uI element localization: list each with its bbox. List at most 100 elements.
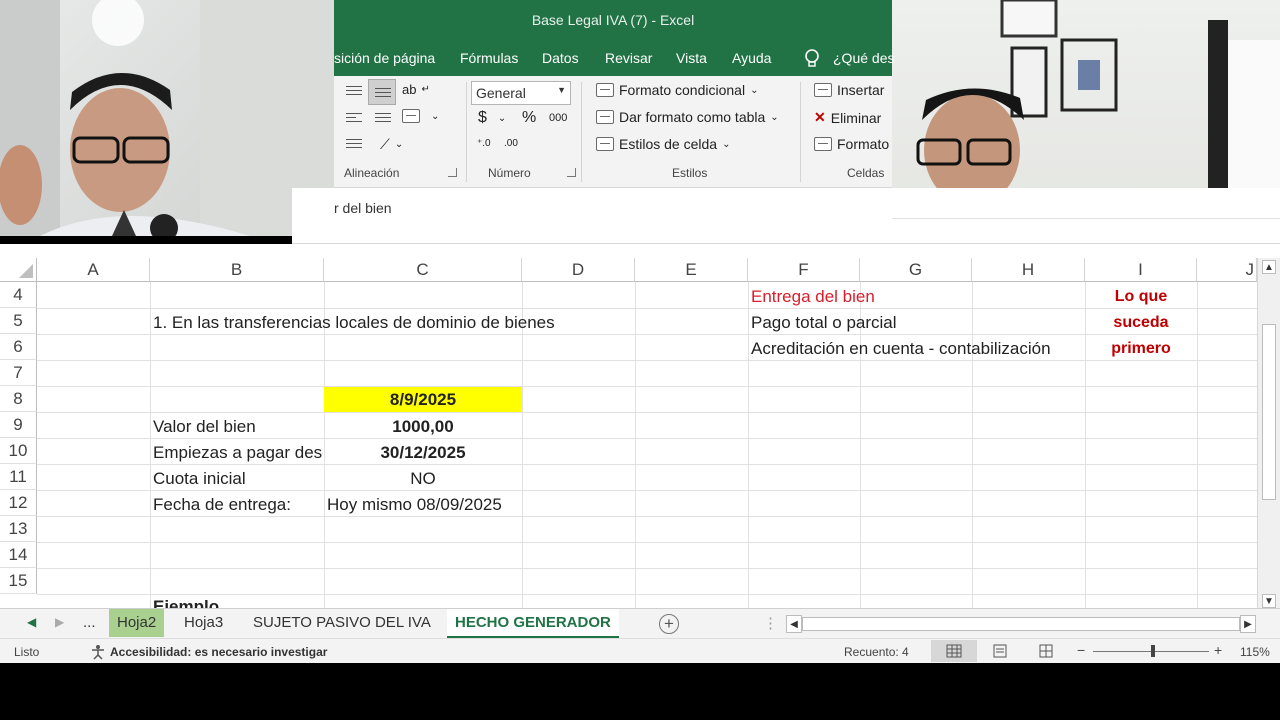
tab-formulas[interactable]: Fórmulas bbox=[460, 50, 518, 66]
column-header-g[interactable]: G bbox=[860, 258, 972, 282]
cell-f6[interactable]: Acreditación en cuenta - contabilización bbox=[751, 336, 1081, 362]
row-header-4[interactable]: 4 bbox=[0, 282, 37, 308]
conditional-format-label: Formato condicional bbox=[619, 82, 746, 98]
prev-sheet-icon[interactable]: ◀ bbox=[27, 615, 36, 629]
wrap-text-icon[interactable]: ab ↵ bbox=[402, 82, 430, 97]
cell-c12[interactable]: Hoy mismo 08/09/2025 bbox=[327, 492, 627, 518]
format-button[interactable]: Formato bbox=[814, 136, 889, 152]
row-header-12[interactable]: 12 bbox=[0, 490, 37, 516]
cell-b11[interactable]: Cuota inicial bbox=[153, 466, 323, 492]
row-header-8[interactable]: 8 bbox=[0, 386, 37, 412]
scroll-right-icon[interactable]: ▶ bbox=[1240, 615, 1256, 633]
add-sheet-icon[interactable]: + bbox=[659, 614, 679, 634]
sheet-tab-sujeto-pasivo[interactable]: SUJETO PASIVO DEL IVA bbox=[245, 609, 439, 637]
next-sheet-icon[interactable]: ▶ bbox=[55, 615, 64, 629]
column-header-i[interactable]: I bbox=[1085, 258, 1197, 282]
indent-icon[interactable] bbox=[346, 139, 362, 151]
cell-i4[interactable]: Lo que bbox=[1085, 284, 1197, 310]
cell-f4[interactable]: Entrega del bien bbox=[751, 284, 1081, 310]
horizontal-scrollbar[interactable]: ◀ ▶ bbox=[786, 615, 1256, 633]
vertical-scrollbar[interactable]: ▲ ▼ bbox=[1257, 258, 1280, 608]
page-layout-view-button[interactable] bbox=[977, 640, 1023, 662]
sheet-tab-hoja3[interactable]: Hoja3 bbox=[176, 609, 231, 637]
number-launcher-icon[interactable] bbox=[567, 168, 576, 177]
column-header-d[interactable]: D bbox=[522, 258, 635, 282]
scroll-up-icon[interactable]: ▲ bbox=[1262, 260, 1276, 274]
formula-bar-strip bbox=[892, 218, 1280, 243]
row-header-6[interactable]: 6 bbox=[0, 334, 37, 360]
cell-c9[interactable]: 1000,00 bbox=[324, 414, 522, 440]
cell-c10[interactable]: 30/12/2025 bbox=[324, 440, 522, 466]
table-icon bbox=[596, 110, 614, 124]
sheet-tab-hoja2[interactable]: Hoja2 bbox=[109, 609, 165, 637]
sheet-tab-more[interactable]: ... bbox=[75, 609, 104, 637]
cell-b5[interactable]: 1. En las transferencias locales de domi… bbox=[153, 310, 633, 336]
percent-button[interactable]: % bbox=[522, 109, 536, 127]
tab-help[interactable]: Ayuda bbox=[732, 50, 771, 66]
align-center-icon[interactable] bbox=[375, 113, 391, 125]
tab-page-layout[interactable]: sición de página bbox=[334, 50, 435, 66]
orientation-icon[interactable]: ⟋ ⌄ bbox=[380, 136, 403, 153]
merge-center-icon[interactable]: ⌄ bbox=[402, 109, 439, 123]
increase-decimal-icon[interactable]: ⁺.0 bbox=[477, 138, 491, 149]
row-header-11[interactable]: 11 bbox=[0, 464, 37, 490]
webcam-left bbox=[0, 0, 334, 236]
row-header-14[interactable]: 14 bbox=[0, 542, 37, 568]
cell-i6[interactable]: primero bbox=[1085, 336, 1197, 362]
accessibility-status[interactable]: Accesibilidad: es necesario investigar bbox=[110, 645, 327, 659]
decrease-decimal-icon[interactable]: .00 bbox=[504, 138, 518, 149]
align-top-icon[interactable] bbox=[346, 86, 362, 98]
row-header-5[interactable]: 5 bbox=[0, 308, 37, 334]
scroll-left-icon[interactable]: ◀ bbox=[786, 615, 802, 633]
cell-b12[interactable]: Fecha de entrega: bbox=[153, 492, 323, 518]
zoom-level[interactable]: 115% bbox=[1240, 645, 1270, 659]
zoom-slider-thumb[interactable] bbox=[1151, 645, 1155, 657]
currency-button[interactable]: $ ⌄ bbox=[478, 109, 506, 127]
cell-b9[interactable]: Valor del bien bbox=[153, 414, 323, 440]
select-all-button[interactable] bbox=[0, 258, 37, 282]
chevron-down-icon: ⌄ bbox=[497, 112, 507, 124]
column-header-c[interactable]: C bbox=[324, 258, 522, 282]
zoom-in-icon[interactable]: + bbox=[1214, 642, 1222, 658]
tab-data[interactable]: Datos bbox=[542, 50, 579, 66]
tab-splitter-icon[interactable]: ⋮ bbox=[763, 614, 778, 632]
delete-button[interactable]: ✕ Eliminar bbox=[814, 109, 881, 126]
scroll-down-icon[interactable]: ▼ bbox=[1262, 594, 1276, 608]
cell-f5[interactable]: Pago total o parcial bbox=[751, 310, 1081, 336]
cell-c11[interactable]: NO bbox=[324, 466, 522, 492]
row-header-7[interactable]: 7 bbox=[0, 360, 37, 386]
tab-view[interactable]: Vista bbox=[676, 50, 707, 66]
align-left-icon[interactable] bbox=[346, 113, 362, 125]
cell-styles-button[interactable]: Estilos de celda ⌄ bbox=[596, 136, 730, 152]
tell-me-search[interactable]: ¿Qué des bbox=[833, 50, 894, 66]
scrollbar-thumb[interactable] bbox=[802, 617, 1240, 631]
column-header-j[interactable]: J bbox=[1197, 258, 1257, 282]
row-header-15[interactable]: 15 bbox=[0, 568, 37, 594]
number-format-select[interactable]: General ▼ bbox=[471, 81, 571, 105]
alignment-launcher-icon[interactable] bbox=[448, 168, 457, 177]
zoom-out-icon[interactable]: − bbox=[1077, 642, 1085, 658]
page-break-view-button[interactable] bbox=[1023, 640, 1069, 662]
cell-b16[interactable]: Ejemplo bbox=[153, 597, 323, 608]
row-header-10[interactable]: 10 bbox=[0, 438, 37, 464]
format-as-table-button[interactable]: Dar formato como tabla ⌄ bbox=[596, 109, 779, 125]
row-header-13[interactable]: 13 bbox=[0, 516, 37, 542]
tab-review[interactable]: Revisar bbox=[605, 50, 652, 66]
column-header-b[interactable]: B bbox=[150, 258, 324, 282]
normal-view-button[interactable] bbox=[931, 640, 977, 662]
cell-i5[interactable]: suceda bbox=[1085, 310, 1197, 336]
column-header-a[interactable]: A bbox=[37, 258, 150, 282]
cell-c8[interactable]: 8/9/2025 bbox=[324, 387, 522, 412]
formula-bar-input[interactable]: r del bien bbox=[334, 200, 392, 216]
conditional-format-button[interactable]: Formato condicional ⌄ bbox=[596, 82, 758, 98]
scrollbar-thumb[interactable] bbox=[1262, 324, 1276, 500]
column-header-f[interactable]: F bbox=[748, 258, 860, 282]
cell-b10[interactable]: Empiezas a pagar desde bbox=[153, 440, 323, 466]
column-header-h[interactable]: H bbox=[972, 258, 1085, 282]
sheet-tab-hecho-generador[interactable]: HECHO GENERADOR bbox=[447, 609, 619, 639]
spreadsheet-grid[interactable]: A B C D E F G H I J 4 5 6 7 8 9 10 11 12… bbox=[0, 244, 1280, 608]
column-header-e[interactable]: E bbox=[635, 258, 748, 282]
thousands-button[interactable]: 000 bbox=[549, 112, 567, 124]
insert-button[interactable]: Insertar bbox=[814, 82, 884, 98]
row-header-9[interactable]: 9 bbox=[0, 412, 37, 438]
